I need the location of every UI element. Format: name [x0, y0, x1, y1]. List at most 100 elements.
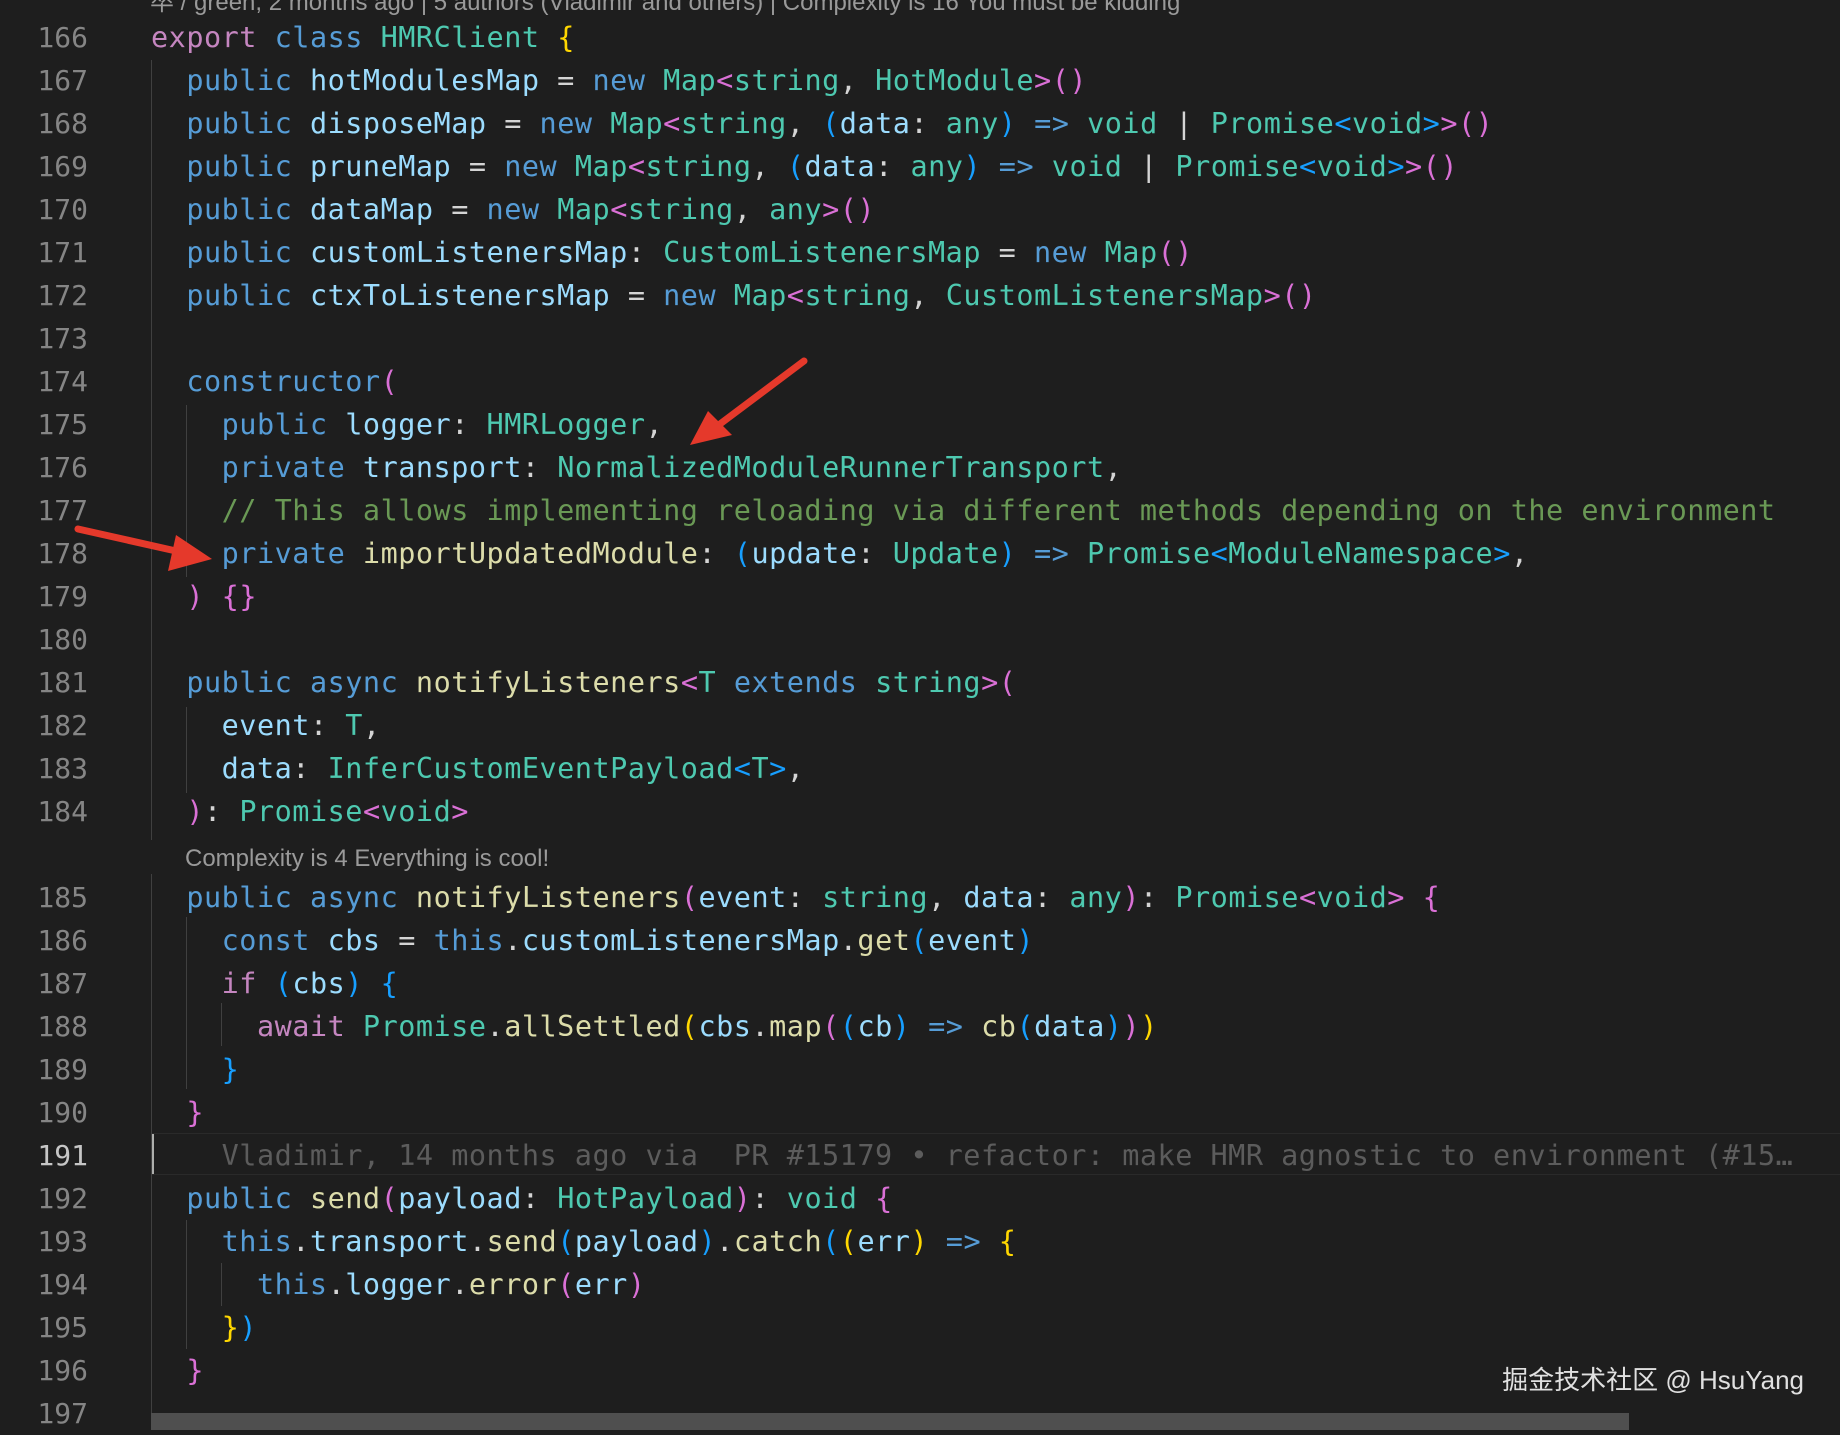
line-code[interactable]: const cbs = this.customListenersMap.get(… — [151, 919, 1034, 962]
code-line[interactable]: 189 } — [0, 1048, 1840, 1091]
line-number[interactable]: 188 — [0, 1005, 88, 1048]
line-number[interactable]: 179 — [0, 575, 88, 618]
line-code[interactable]: ) {} — [151, 575, 257, 618]
line-code[interactable]: public hotModulesMap = new Map<string, H… — [151, 59, 1087, 102]
line-number[interactable]: 167 — [0, 59, 88, 102]
code-line[interactable]: 184 ): Promise<void> — [0, 790, 1840, 833]
line-number[interactable]: 181 — [0, 661, 88, 704]
line-code[interactable]: ): Promise<void> — [151, 790, 469, 833]
line-number[interactable]: 187 — [0, 962, 88, 1005]
line-code[interactable]: this.transport.send(payload).catch((err)… — [151, 1220, 1016, 1263]
line-code[interactable]: } — [151, 1048, 239, 1091]
line-code[interactable]: await Promise.allSettled(cbs.map((cb) =>… — [151, 1005, 1158, 1048]
line-code[interactable]: data: InferCustomEventPayload<T>, — [151, 747, 804, 790]
code-line[interactable]: 183 data: InferCustomEventPayload<T>, — [0, 747, 1840, 790]
line-number[interactable]: 185 — [0, 876, 88, 919]
code-line[interactable]: 186 const cbs = this.customListenersMap.… — [0, 919, 1840, 962]
code-line[interactable]: 174 constructor( — [0, 360, 1840, 403]
code-line[interactable]: 173 — [0, 317, 1840, 360]
line-number[interactable]: 171 — [0, 231, 88, 274]
code-line[interactable]: 190 } — [0, 1091, 1840, 1134]
line-code[interactable]: constructor( — [151, 360, 398, 403]
code-line[interactable]: 166 export class HMRClient { — [0, 16, 1840, 59]
code-line[interactable]: 192 public send(payload: HotPayload): vo… — [0, 1177, 1840, 1220]
line-code[interactable]: export class HMRClient { — [151, 16, 575, 59]
line-code[interactable]: private transport: NormalizedModuleRunne… — [151, 446, 1122, 489]
code-line[interactable]: 170 public dataMap = new Map<string, any… — [0, 188, 1840, 231]
line-number[interactable]: 197 — [0, 1392, 88, 1435]
line-number[interactable]: 192 — [0, 1177, 88, 1220]
line-code[interactable]: this.logger.error(err) — [151, 1263, 646, 1306]
line-code[interactable]: public logger: HMRLogger, — [151, 403, 663, 446]
code-line[interactable]: 181 public async notifyListeners<T exten… — [0, 661, 1840, 704]
code-line[interactable]: 182 event: T, — [0, 704, 1840, 747]
line-code[interactable]: if (cbs) { — [151, 962, 398, 1005]
line-number[interactable]: 196 — [0, 1349, 88, 1392]
code-editor[interactable]: 卒 / green, 2 months ago | 5 authors (Vla… — [0, 0, 1840, 1430]
line-number[interactable]: 182 — [0, 704, 88, 747]
code-line[interactable]: 191 Vladimir, 14 months ago via PR #1517… — [0, 1134, 1840, 1177]
line-number[interactable]: 183 — [0, 747, 88, 790]
line-code[interactable]: public dataMap = new Map<string, any>() — [151, 188, 875, 231]
code-line[interactable]: 175 public logger: HMRLogger, — [0, 403, 1840, 446]
line-code[interactable]: public ctxToListenersMap = new Map<strin… — [151, 274, 1317, 317]
code-line[interactable]: 179 ) {} — [0, 575, 1840, 618]
line-code[interactable]: private importUpdatedModule: (update: Up… — [151, 532, 1529, 575]
line-code[interactable]: // This allows implementing reloading vi… — [151, 489, 1776, 532]
line-code[interactable]: public disposeMap = new Map<string, (dat… — [151, 102, 1493, 145]
code-line[interactable]: 180 — [0, 618, 1840, 661]
line-number[interactable]: 174 — [0, 360, 88, 403]
code-line[interactable]: 193 this.transport.send(payload).catch((… — [0, 1220, 1840, 1263]
line-code[interactable]: Vladimir, 14 months ago via PR #15179 • … — [151, 1134, 1793, 1177]
line-number[interactable]: 190 — [0, 1091, 88, 1134]
code-token: public — [186, 64, 293, 97]
code-line[interactable]: 194 this.logger.error(err) — [0, 1263, 1840, 1306]
code-line[interactable]: 188 await Promise.allSettled(cbs.map((cb… — [0, 1005, 1840, 1048]
code-line[interactable]: 195 }) — [0, 1306, 1840, 1349]
line-number[interactable]: 189 — [0, 1048, 88, 1091]
line-code[interactable]: public customListenersMap: CustomListene… — [151, 231, 1193, 274]
line-number[interactable]: 170 — [0, 188, 88, 231]
code-line[interactable]: 185 public async notifyListeners(event: … — [0, 876, 1840, 919]
line-number[interactable]: 193 — [0, 1220, 88, 1263]
line-number[interactable]: 169 — [0, 145, 88, 188]
code-line[interactable]: 176 private transport: NormalizedModuleR… — [0, 446, 1840, 489]
code-line[interactable]: 171 public customListenersMap: CustomLis… — [0, 231, 1840, 274]
line-number[interactable]: 186 — [0, 919, 88, 962]
line-code[interactable]: public send(payload: HotPayload): void { — [151, 1177, 893, 1220]
line-number[interactable]: 180 — [0, 618, 88, 661]
line-code[interactable]: public pruneMap = new Map<string, (data:… — [151, 145, 1458, 188]
code-token: err — [857, 1225, 911, 1258]
line-number[interactable]: 176 — [0, 446, 88, 489]
code-token: data — [839, 107, 911, 140]
line-number[interactable]: 194 — [0, 1263, 88, 1306]
horizontal-scrollbar[interactable] — [151, 1413, 1629, 1430]
line-code[interactable]: event: T, — [151, 704, 381, 747]
line-number[interactable]: 184 — [0, 790, 88, 833]
code-line[interactable]: 177 // This allows implementing reloadin… — [0, 489, 1840, 532]
codelens-complexity[interactable]: Complexity is 4 Everything is cool! — [185, 844, 549, 874]
line-code[interactable]: }) — [151, 1306, 257, 1349]
line-code[interactable]: public async notifyListeners(event: stri… — [151, 876, 1440, 919]
line-number[interactable]: 175 — [0, 403, 88, 446]
code-line[interactable]: 169 public pruneMap = new Map<string, (d… — [0, 145, 1840, 188]
line-code[interactable]: } — [151, 1349, 204, 1392]
line-number[interactable]: 191 — [0, 1134, 88, 1177]
line-code[interactable]: public async notifyListeners<T extends s… — [151, 661, 1016, 704]
code-token: = — [486, 107, 540, 140]
line-number[interactable]: 166 — [0, 16, 88, 59]
line-number[interactable]: 168 — [0, 102, 88, 145]
code-token: } — [186, 1096, 204, 1129]
code-line[interactable]: 167 public hotModulesMap = new Map<strin… — [0, 59, 1840, 102]
code-line[interactable]: 168 public disposeMap = new Map<string, … — [0, 102, 1840, 145]
line-number[interactable]: 172 — [0, 274, 88, 317]
line-number[interactable]: 195 — [0, 1306, 88, 1349]
code-line[interactable]: 178 private importUpdatedModule: (update… — [0, 532, 1840, 575]
code-line[interactable]: 187 if (cbs) { — [0, 962, 1840, 1005]
code-line[interactable]: 172 public ctxToListenersMap = new Map<s… — [0, 274, 1840, 317]
line-code[interactable]: } — [151, 1091, 204, 1134]
line-number[interactable]: 173 — [0, 317, 88, 360]
